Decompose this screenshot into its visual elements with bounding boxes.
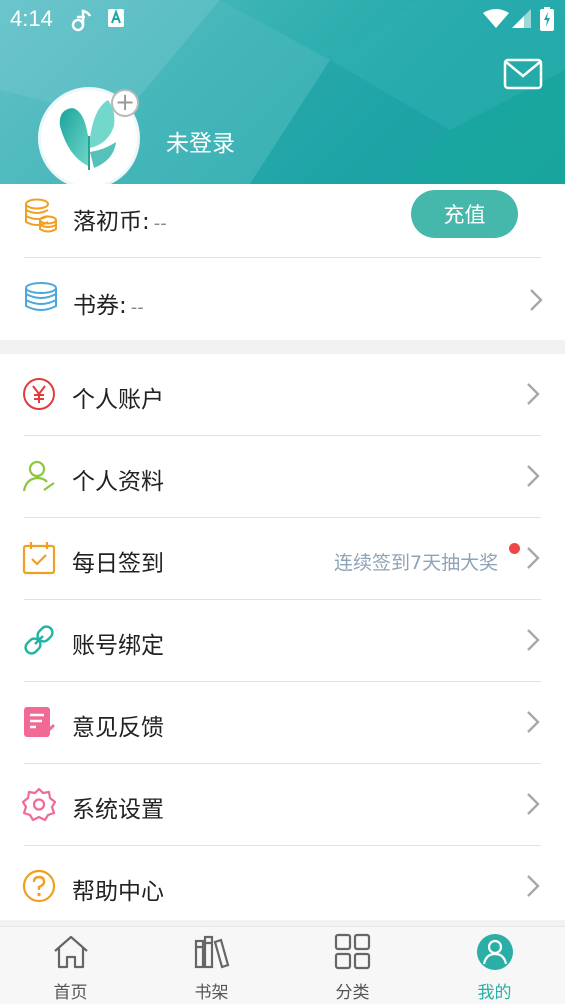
nav-label: 首页: [53, 983, 88, 1003]
coins-card: 落初币: -- 充值 书券: --: [0, 184, 565, 340]
divider: [24, 257, 541, 258]
chevron-right-icon: [526, 710, 540, 738]
menu-item-label: 个人资料: [72, 469, 164, 495]
status-time: 4:14: [10, 6, 53, 31]
luochu-coin-row: 落初币: -- 充值: [24, 190, 541, 246]
add-avatar-plus-icon[interactable]: +: [111, 89, 139, 117]
nav-label: 我的: [477, 983, 512, 1003]
help-icon: [22, 869, 56, 907]
nav-item-mine[interactable]: 我的: [424, 927, 565, 1004]
grid-icon: [334, 933, 372, 975]
status-bar: 4:14: [0, 0, 565, 38]
notification-dot: [509, 543, 520, 554]
luochu-coin-label: 落初币: --: [73, 202, 167, 236]
home-icon: [52, 933, 90, 975]
chevron-right-icon: [526, 792, 540, 820]
chevron-right-icon: [526, 874, 540, 902]
menu-item-help-center[interactable]: 帮助中心: [0, 846, 565, 928]
coin-stack-icon: [24, 198, 58, 238]
menu-item-label: 账号绑定: [72, 633, 164, 659]
profile-icon: [476, 933, 514, 975]
menu-item-daily-checkin[interactable]: 每日签到 连续签到7天抽大奖: [0, 518, 565, 600]
wifi-icon: [483, 9, 509, 35]
voucher-stack-icon: [24, 282, 58, 318]
menu-item-personal-account[interactable]: 个人账户: [0, 354, 565, 436]
chevron-right-icon: [526, 546, 540, 574]
nav-item-home[interactable]: 首页: [0, 927, 141, 1004]
user-icon: [22, 459, 56, 497]
menu-item-label: 意见反馈: [72, 715, 164, 741]
bookshelf-icon: [193, 933, 231, 975]
nav-item-category[interactable]: 分类: [282, 927, 423, 1004]
menu-card: 个人账户 个人资料 每日签到 连续签到7天抽大奖 账号绑定 意见反馈 系统设置 …: [0, 354, 565, 920]
music-note-icon: [70, 8, 92, 38]
chevron-right-icon: [529, 288, 543, 316]
recharge-button[interactable]: 充值: [411, 190, 518, 238]
calendar-check-icon: [22, 541, 56, 579]
battery-icon: [540, 7, 554, 37]
luochu-coin-label-text: 落初币:: [73, 209, 150, 235]
menu-item-feedback[interactable]: 意见反馈: [0, 682, 565, 764]
nav-label: 书架: [194, 983, 229, 1003]
chevron-right-icon: [526, 382, 540, 410]
chevron-right-icon: [526, 628, 540, 656]
signal-icon: [512, 9, 532, 35]
menu-item-label: 个人账户: [72, 387, 164, 413]
menu-item-label: 系统设置: [72, 797, 164, 823]
voucher-row[interactable]: 书券: --: [24, 274, 543, 324]
feedback-icon: [22, 705, 56, 743]
voucher-label: 书券: --: [73, 286, 144, 320]
voucher-label-text: 书券:: [73, 293, 127, 319]
menu-item-label: 每日签到: [72, 551, 164, 577]
mail-icon[interactable]: [503, 58, 543, 94]
bottom-nav: 首页 书架 分类 我的: [0, 926, 565, 1004]
menu-item-system-settings[interactable]: 系统设置: [0, 764, 565, 846]
nav-item-bookshelf[interactable]: 书架: [141, 927, 282, 1004]
luochu-coin-value: --: [153, 213, 167, 234]
chevron-right-icon: [526, 464, 540, 492]
yen-icon: [22, 377, 56, 415]
link-icon: [22, 623, 56, 661]
checkin-hint-text: 连续签到7天抽大奖: [334, 552, 499, 574]
login-status-text[interactable]: 未登录: [166, 124, 235, 158]
gear-icon: [21, 787, 57, 825]
voucher-value: --: [130, 297, 144, 318]
app-notification-icon: [107, 8, 125, 34]
menu-item-personal-info[interactable]: 个人资料: [0, 436, 565, 518]
nav-label: 分类: [335, 983, 370, 1003]
menu-item-account-binding[interactable]: 账号绑定: [0, 600, 565, 682]
menu-item-label: 帮助中心: [72, 879, 164, 905]
